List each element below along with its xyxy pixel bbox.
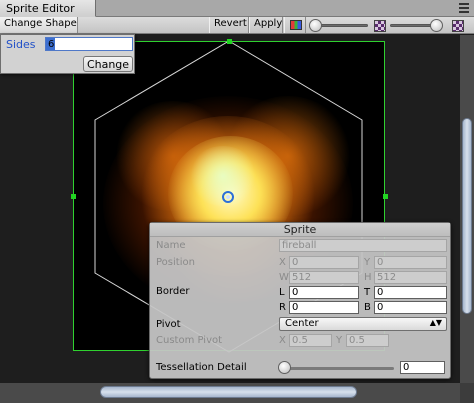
panel-title[interactable]: Sprite bbox=[150, 223, 450, 237]
sprite-inspector-panel: Sprite Name fireball Position X 0 Y 0 W … bbox=[149, 222, 451, 379]
horizontal-scroll-thumb[interactable] bbox=[100, 386, 357, 398]
position-y-field[interactable]: 0 bbox=[374, 256, 447, 269]
pivot-label: Pivot bbox=[156, 319, 181, 330]
alpha-slider-knob[interactable] bbox=[430, 19, 443, 32]
tessellation-label: Tessellation Detail bbox=[156, 362, 247, 373]
position-x-field[interactable]: 0 bbox=[289, 256, 359, 269]
border-r-field[interactable]: 0 bbox=[289, 301, 359, 314]
custom-pivot-x-field[interactable]: 0.5 bbox=[289, 334, 332, 347]
border-t-field[interactable]: 0 bbox=[374, 286, 447, 299]
zoom-slider-knob[interactable] bbox=[309, 19, 322, 32]
position-y-axis: Y bbox=[364, 257, 371, 268]
rgb-channel-icon bbox=[290, 20, 302, 30]
border-label: Border bbox=[156, 286, 190, 297]
custom-pivot-y-field[interactable]: 0.5 bbox=[346, 334, 389, 347]
border-l-field[interactable]: 0 bbox=[289, 286, 359, 299]
resize-handle-right[interactable] bbox=[383, 194, 388, 199]
resize-handle-left[interactable] bbox=[71, 194, 76, 199]
alpha-checker-max-icon bbox=[452, 20, 464, 32]
name-field[interactable]: fireball bbox=[279, 239, 447, 252]
change-shape-button[interactable]: Change Shape bbox=[0, 17, 78, 33]
toolbar: Change Shape Revert Apply bbox=[0, 17, 474, 34]
dropdown-updown-icon: ▲▼ bbox=[429, 318, 442, 327]
sides-label: Sides bbox=[6, 38, 36, 51]
window-tab-strip: Sprite Editor bbox=[0, 0, 474, 17]
apply-button[interactable]: Apply bbox=[249, 17, 283, 33]
vertical-scrollbar[interactable] bbox=[460, 35, 474, 383]
position-h-field[interactable]: 512 bbox=[374, 271, 447, 284]
custom-pivot-label: Custom Pivot bbox=[156, 335, 223, 346]
position-h-axis: H bbox=[364, 272, 372, 283]
sides-input[interactable] bbox=[45, 37, 133, 51]
change-shape-popup: Sides Change bbox=[0, 34, 135, 74]
tessellation-field[interactable]: 0 bbox=[400, 361, 445, 374]
border-b-axis: B bbox=[364, 302, 371, 313]
border-r-axis: R bbox=[279, 302, 286, 313]
alpha-checker-icon bbox=[374, 20, 386, 32]
pivot-dropdown[interactable]: Center ▲▼ bbox=[279, 317, 447, 331]
name-label: Name bbox=[156, 240, 186, 251]
custom-pivot-y-axis: Y bbox=[336, 335, 343, 346]
vertical-scroll-thumb[interactable] bbox=[462, 118, 472, 314]
revert-button[interactable]: Revert bbox=[209, 17, 249, 33]
custom-pivot-x-axis: X bbox=[279, 335, 286, 346]
position-w-field[interactable]: 512 bbox=[289, 271, 359, 284]
pivot-handle[interactable] bbox=[222, 191, 234, 203]
change-button[interactable]: Change bbox=[83, 56, 133, 72]
color-channel-toggle[interactable] bbox=[284, 17, 306, 33]
position-w-axis: W bbox=[279, 272, 289, 283]
tessellation-slider-knob[interactable] bbox=[278, 361, 291, 374]
border-b-field[interactable]: 0 bbox=[374, 301, 447, 314]
horizontal-scrollbar[interactable] bbox=[0, 383, 460, 403]
scrollbar-corner bbox=[460, 383, 474, 403]
resize-handle-top[interactable] bbox=[227, 39, 232, 44]
window-menu-icon[interactable] bbox=[456, 2, 470, 14]
pivot-dropdown-value: Center bbox=[285, 318, 319, 329]
tessellation-slider-track[interactable] bbox=[284, 367, 394, 370]
border-t-axis: T bbox=[364, 287, 371, 298]
tab-sprite-editor[interactable]: Sprite Editor bbox=[0, 0, 96, 17]
position-label: Position bbox=[156, 257, 195, 268]
border-l-axis: L bbox=[279, 287, 285, 298]
position-x-axis: X bbox=[279, 257, 286, 268]
